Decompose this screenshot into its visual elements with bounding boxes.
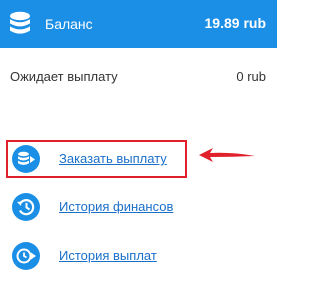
database-arrow-icon	[12, 145, 40, 173]
database-icon	[10, 11, 30, 34]
clock-arrow-icon	[12, 242, 40, 270]
finance-history-link[interactable]: История финансов	[12, 193, 212, 221]
payout-history-label: История выплат	[59, 248, 157, 263]
history-icon	[12, 193, 40, 221]
balance-header: Баланс 19.89 rub	[0, 0, 277, 48]
balance-widget: Баланс 19.89 rub Ожидает выплату 0 rub З…	[0, 0, 277, 281]
order-payout-link[interactable]: Заказать выплату	[12, 145, 212, 173]
order-payout-label: Заказать выплату	[59, 151, 167, 166]
finance-history-label: История финансов	[59, 199, 174, 214]
balance-title: Баланс	[45, 16, 93, 32]
payout-history-link[interactable]: История выплат	[12, 242, 212, 270]
pending-label: Ожидает выплату	[10, 69, 118, 84]
balance-amount: 19.89 rub	[204, 15, 266, 31]
pending-value: 0 rub	[236, 69, 266, 84]
